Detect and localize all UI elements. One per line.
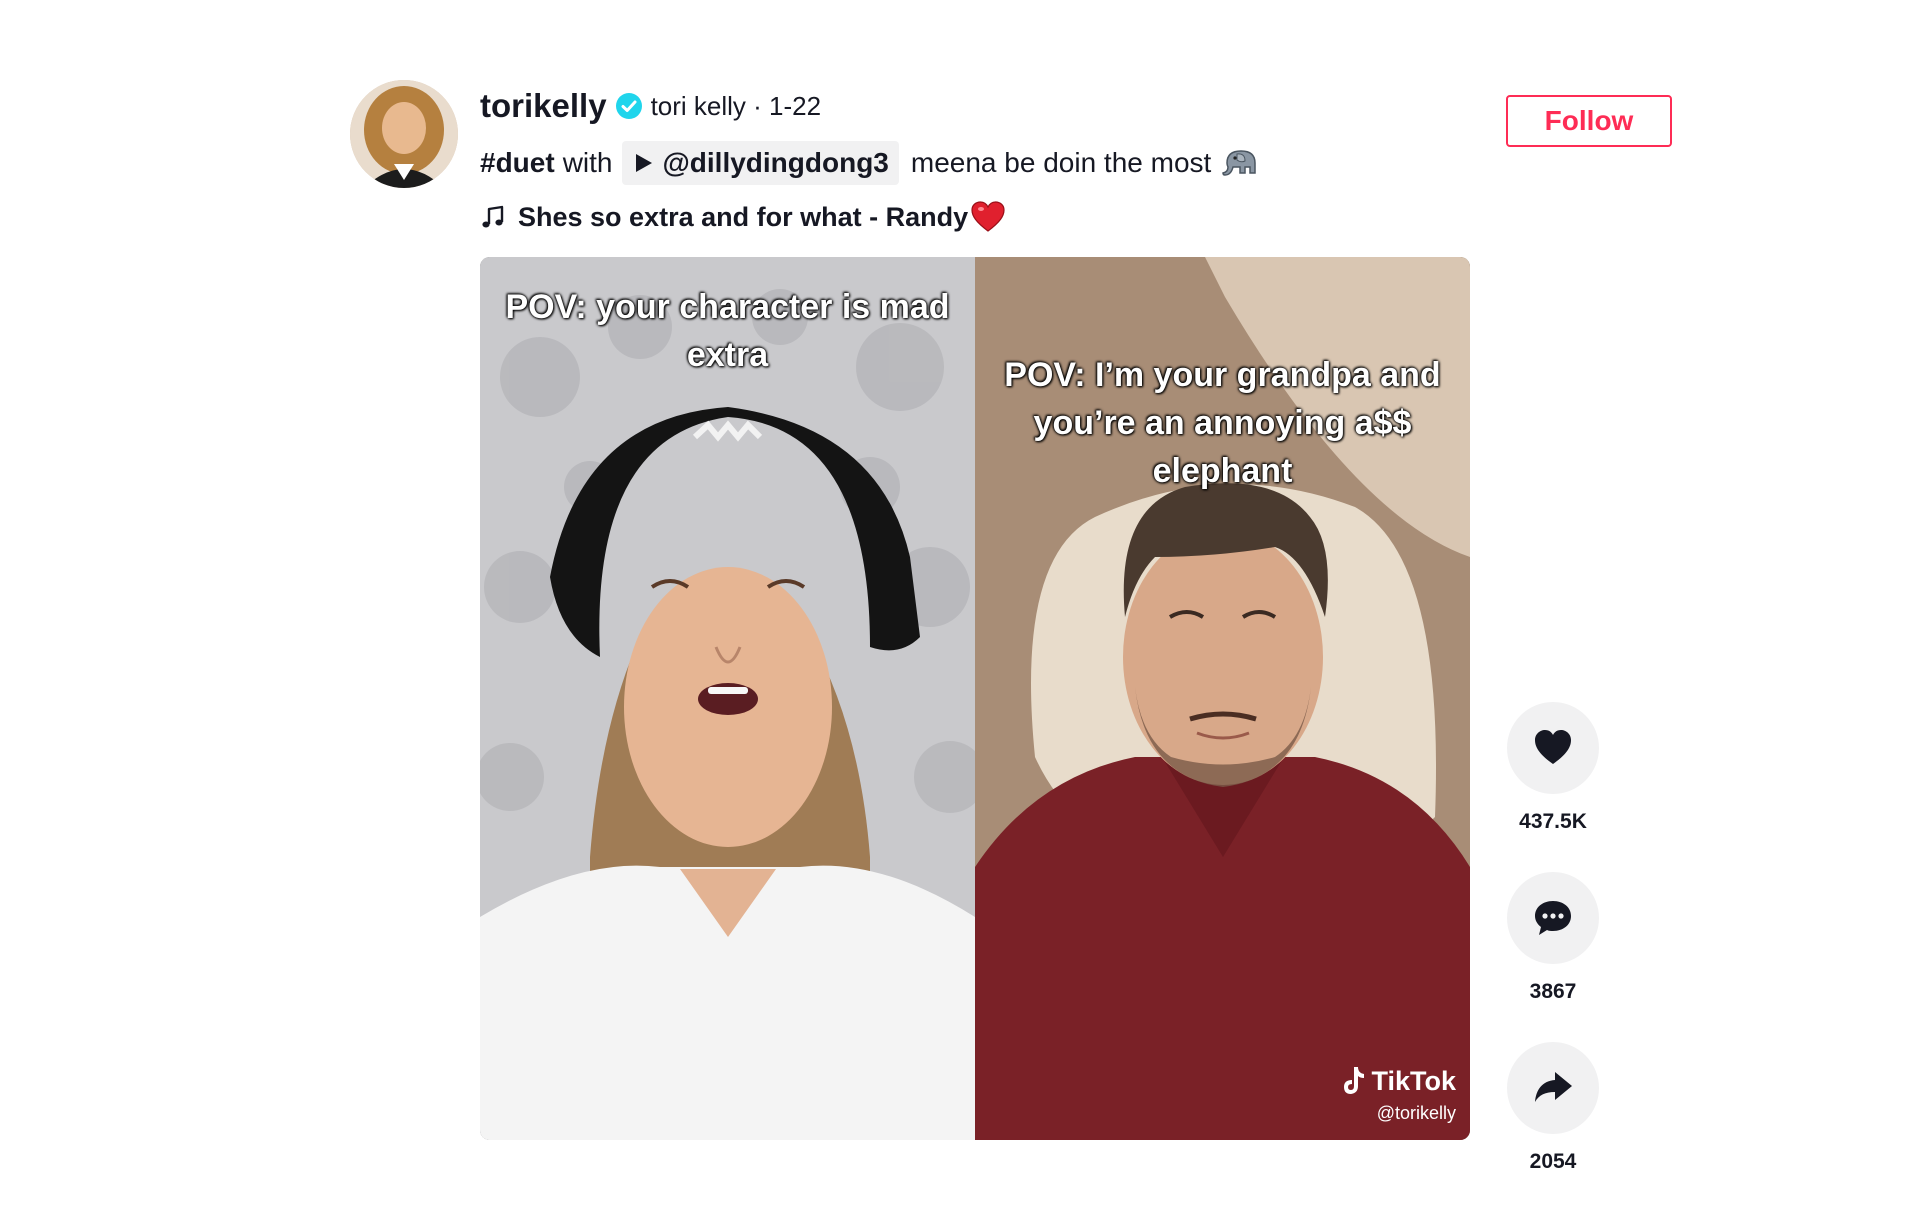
like-button[interactable] [1507, 702, 1599, 794]
right-video-caption: POV: I’m your grandpa and you’re an anno… [1004, 356, 1441, 490]
comment-button[interactable] [1507, 872, 1599, 964]
left-video-frame [480, 257, 975, 1140]
elephant-emoji-icon [1222, 150, 1257, 176]
red-heart-emoji-icon [971, 201, 1005, 232]
comment-action: 3867 [1506, 872, 1600, 1004]
description-text: meena be doin the most [910, 147, 1212, 178]
share-button[interactable] [1507, 1042, 1599, 1134]
share-action: 2054 [1506, 1042, 1600, 1174]
heart-icon [1535, 730, 1571, 764]
avatar[interactable] [350, 80, 458, 188]
username[interactable]: torikelly [480, 87, 607, 125]
duet-left-video: POV: your character is mad extra [480, 257, 975, 1140]
tiktok-watermark: TikTok @torikelly [1339, 1065, 1456, 1124]
like-action: 437.5K [1506, 702, 1600, 834]
post-description: #duet with @dillydingdong3 meena be doin… [480, 140, 1380, 186]
video-player[interactable]: POV: your character is mad extra POV: I’… [480, 257, 1470, 1140]
watermark-logo: TikTok [1339, 1065, 1456, 1097]
music-note-icon [482, 205, 504, 228]
post-header: torikelly tori kelly · 1-22 #duet with @… [480, 84, 1380, 240]
action-bar: 437.5K 3867 2054 [1506, 702, 1600, 1212]
music-title: Shes so extra and for what - Randy [518, 201, 969, 232]
mention-link[interactable]: @dillydingdong3 [622, 141, 899, 185]
with-text: with [562, 147, 613, 178]
like-count: 437.5K [1519, 810, 1587, 833]
verified-badge-icon [615, 93, 642, 119]
share-count: 2054 [1529, 1150, 1577, 1173]
follow-button[interactable]: Follow [1506, 95, 1672, 147]
nickname-date: tori kelly · 1-22 [650, 90, 822, 121]
duet-right-video: POV: I’m your grandpa and you’re an anno… [975, 257, 1470, 1140]
comment-count: 3867 [1529, 980, 1577, 1003]
watermark-logo-text: TikTok [1371, 1065, 1456, 1096]
left-video-caption: POV: your character is mad extra [505, 288, 950, 374]
mention-label: @dillydingdong3 [662, 147, 889, 178]
hashtag-link[interactable]: #duet [480, 147, 555, 179]
comment-icon [1535, 901, 1571, 935]
music-link[interactable]: Shes so extra and for what - Randy [480, 194, 1380, 240]
tiktok-logo-icon [1344, 1067, 1365, 1094]
share-icon [1535, 1072, 1572, 1102]
watermark-username: @torikelly [1376, 1103, 1456, 1123]
author-row: torikelly tori kelly · 1-22 [480, 84, 1380, 128]
play-icon [636, 154, 653, 172]
